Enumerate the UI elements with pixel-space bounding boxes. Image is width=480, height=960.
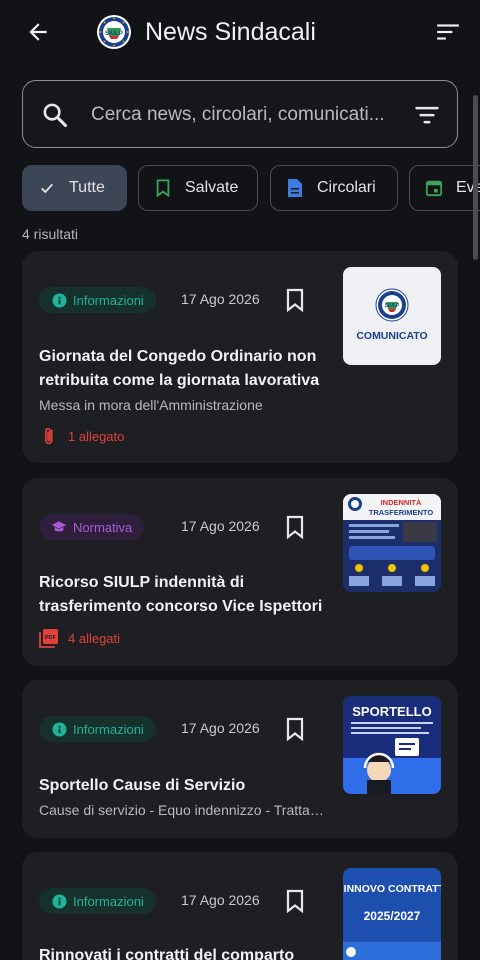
results-count: 4 risultati: [22, 226, 79, 242]
category-label: Normativa: [73, 519, 133, 535]
chip-tutte[interactable]: Tutte: [22, 165, 127, 211]
news-thumbnail: SPORTELLO: [343, 696, 441, 794]
bookmark-icon[interactable]: [284, 514, 306, 540]
info-icon: [51, 893, 67, 909]
pdf-icon: PDF: [39, 628, 59, 648]
svg-text:SIULP: SIULP: [385, 303, 400, 309]
svg-text:INDENNITÀ: INDENNITÀ: [381, 498, 422, 507]
page-title: News Sindacali: [145, 18, 316, 46]
document-icon: [285, 178, 305, 198]
news-date: 17 Ago 2026: [181, 720, 260, 736]
category-label: Informazioni: [73, 292, 144, 308]
scrollbar[interactable]: [473, 95, 478, 260]
attachments: PDF 4 allegati: [39, 627, 120, 649]
check-icon: [37, 178, 57, 198]
sort-button[interactable]: [430, 14, 466, 50]
svg-text:2025/2027: 2025/2027: [364, 909, 421, 923]
bookmark-icon: [153, 178, 173, 198]
category-badge: Informazioni: [39, 716, 156, 742]
news-title: Rinnovati i contratti del comparto: [39, 947, 295, 960]
category-badge: Informazioni: [39, 888, 156, 914]
news-title: Ricorso SIULP indennità di trasferimento…: [39, 574, 323, 615]
filter-icon[interactable]: [413, 101, 441, 129]
news-thumbnail: RINNOVO CONTRATTI 2025/2027: [343, 868, 441, 960]
chip-label: Circolari: [317, 179, 376, 196]
attachments-label: 1 allegato: [68, 428, 125, 444]
app-header: SIULP News Sindacali: [0, 0, 480, 64]
chip-label: Tutte: [69, 179, 105, 196]
news-card[interactable]: Informazioni 17 Ago 2026 Giornata del Co…: [22, 251, 458, 463]
chip-salvate[interactable]: Salvate: [138, 165, 258, 211]
bookmark-icon[interactable]: [284, 287, 306, 313]
news-subtitle: Cause di servizio - Equo indennizzo - Tr…: [39, 802, 329, 818]
news-date: 17 Ago 2026: [181, 892, 260, 908]
news-card[interactable]: Informazioni 17 Ago 2026 Rinnovati i con…: [22, 852, 458, 960]
news-thumbnail: SIULP COMUNICATO: [343, 267, 441, 365]
news-card[interactable]: Informazioni 17 Ago 2026 Sportello Cause…: [22, 680, 458, 838]
news-thumbnail: INDENNITÀ TRASFERIMENTO: [343, 494, 441, 592]
search-icon: [43, 103, 68, 128]
svg-text:RINNOVO CONTRATTI: RINNOVO CONTRATTI: [343, 883, 441, 895]
bookmark-icon[interactable]: [284, 888, 306, 914]
attachments-label: 4 allegati: [68, 630, 121, 646]
chip-label: Salvate: [185, 179, 239, 196]
graduation-cap-icon: [51, 519, 67, 535]
svg-text:COMUNICATO: COMUNICATO: [356, 330, 427, 342]
attachments: 1 allegato: [39, 425, 124, 447]
chip-circolari[interactable]: Circolari: [270, 165, 398, 211]
news-date: 17 Ago 2026: [181, 518, 260, 534]
news-date: 17 Ago 2026: [181, 291, 260, 307]
back-button[interactable]: [20, 14, 56, 50]
news-title: Giornata del Congedo Ordinario non retri…: [39, 348, 320, 389]
category-badge: Informazioni: [39, 287, 156, 313]
svg-text:SPORTELLO: SPORTELLO: [352, 704, 431, 719]
info-icon: [51, 292, 67, 308]
info-icon: [51, 721, 67, 737]
category-label: Informazioni: [73, 893, 144, 909]
svg-text:PDF: PDF: [45, 635, 57, 641]
chip-eventi[interactable]: Eventi: [409, 165, 480, 211]
filter-chips: Tutte Salvate Circolari Eventi: [22, 165, 480, 211]
arrow-left-icon: [29, 23, 47, 41]
siulp-logo: SIULP: [97, 15, 131, 49]
paperclip-icon: [39, 426, 59, 446]
news-card[interactable]: Normativa 17 Ago 2026 Ricorso SIULP inde…: [22, 478, 458, 666]
calendar-icon: [424, 178, 444, 198]
category-label: Informazioni: [73, 721, 144, 737]
bookmark-icon[interactable]: [284, 716, 306, 742]
sort-icon: [437, 24, 459, 40]
search-bar: [22, 80, 458, 148]
news-subtitle: Messa in mora dell'Amministrazione: [39, 397, 263, 413]
svg-text:SIULP: SIULP: [105, 31, 123, 37]
news-title: Sportello Cause di Servizio: [39, 777, 246, 794]
svg-text:TRASFERIMENTO: TRASFERIMENTO: [369, 508, 434, 517]
search-input[interactable]: [91, 99, 391, 131]
category-badge: Normativa: [39, 514, 145, 540]
